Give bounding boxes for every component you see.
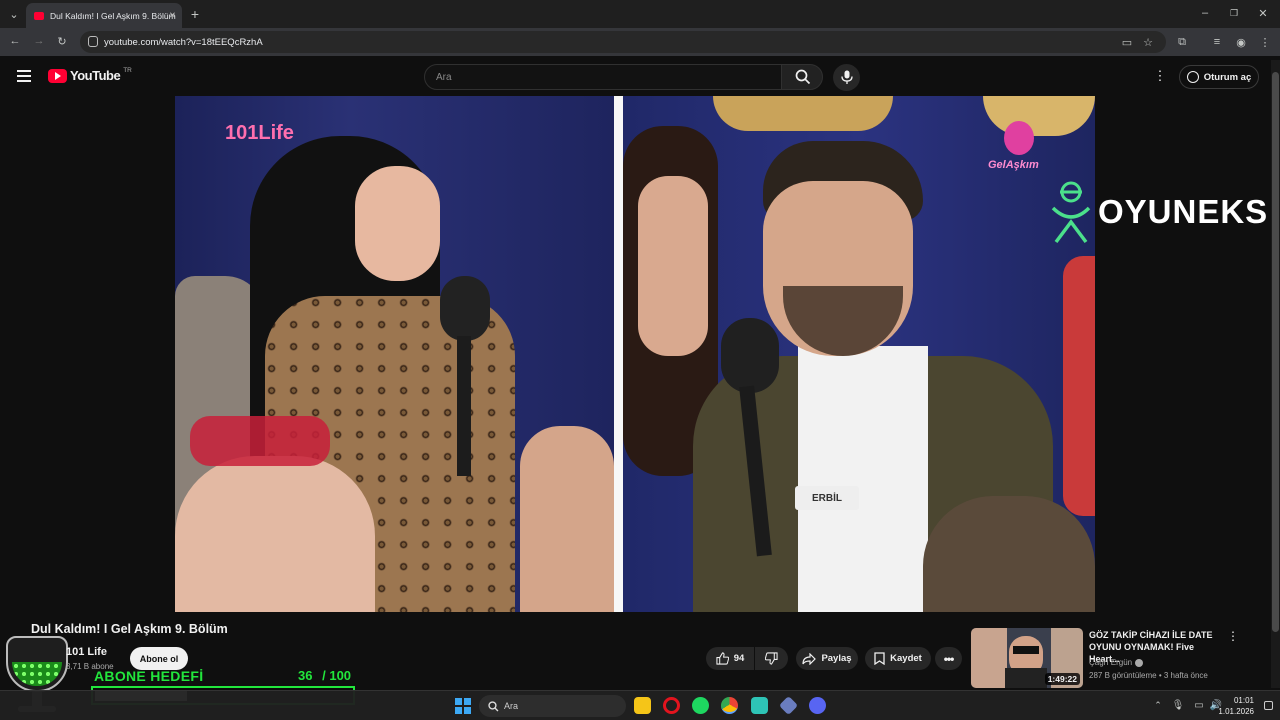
youtube-play-icon	[48, 68, 67, 83]
taskbar-clock[interactable]: 01:01 1.01.2026	[1218, 695, 1254, 717]
video-title: Dul Kaldım! I Gel Aşkım 9. Bölüm	[31, 622, 228, 636]
dislike-button[interactable]	[755, 647, 788, 670]
profile-icon[interactable]: ◉	[1233, 34, 1249, 50]
sponsor-overlay: OYUNEKS	[1048, 178, 1268, 246]
settings-menu-icon[interactable]: ⋮	[1152, 68, 1168, 84]
save-button[interactable]: Kaydet	[865, 647, 931, 670]
sign-in-button[interactable]: Oturum aç	[1179, 65, 1259, 89]
taskbar-search[interactable]: Ara	[479, 695, 626, 717]
cast-icon[interactable]: ▭	[1119, 34, 1135, 50]
sign-in-label: Oturum aç	[1203, 71, 1252, 83]
account-circle-icon	[1186, 71, 1199, 83]
recommended-channel-name: Çağrı Ergün	[1089, 658, 1133, 667]
region-code: TR	[123, 67, 132, 74]
chrome-icon[interactable]	[721, 697, 738, 714]
video-divider	[614, 96, 623, 612]
goal-current: 36	[298, 668, 313, 683]
thumbs-up-icon	[716, 652, 729, 665]
like-button[interactable]: 94	[706, 647, 754, 670]
minimize-button[interactable]: –	[1196, 4, 1214, 22]
recommended-meta: 287 B görüntüleme • 3 hafta önce	[1089, 671, 1208, 680]
taskbar-search-label: Ara	[504, 701, 519, 711]
more-horizontal-icon: •••	[943, 651, 955, 666]
microphone	[440, 276, 490, 341]
browser-tab[interactable]: Dul Kaldım! I Gel Aşkım 9. Bölüm ✕	[26, 3, 182, 28]
new-tab-button[interactable]: +	[186, 5, 204, 23]
channel-name[interactable]: 101 Life	[66, 646, 107, 658]
microphone	[721, 318, 779, 393]
sponsor-text: OYUNEKS	[1098, 193, 1269, 230]
recommended-channel[interactable]: Çağrı Ergün	[1089, 658, 1144, 667]
bookmark-star-icon[interactable]: ☆	[1140, 34, 1156, 50]
tray-overflow-icon[interactable]: ⌃	[1152, 699, 1164, 711]
reading-list-icon[interactable]: ≡	[1209, 34, 1225, 50]
forward-button[interactable]: →	[31, 33, 47, 49]
network-icon[interactable]: ▭	[1193, 699, 1205, 711]
video-right-panel: ERBİL GelAşkım	[623, 96, 1095, 612]
save-label: Kaydet	[890, 653, 922, 664]
discord-icon[interactable]	[809, 697, 826, 714]
recommended-thumbnail[interactable]: 1:49:22	[971, 628, 1083, 688]
recommended-menu-icon[interactable]: ⋮	[1226, 629, 1240, 643]
logo-wordmark: YouTube	[70, 68, 121, 83]
tab-list-button[interactable]: ⌄	[6, 6, 22, 22]
site-info-icon[interactable]	[88, 36, 98, 47]
search-icon	[795, 69, 811, 85]
search-placeholder: Ara	[436, 71, 452, 83]
bookmark-icon	[874, 652, 885, 665]
clock-time: 01:01	[1233, 696, 1254, 705]
windows-start-icon[interactable]	[455, 698, 471, 714]
browser-menu-icon[interactable]: ⋮	[1257, 34, 1273, 50]
goal-separator: /	[322, 668, 326, 683]
video-player[interactable]: 101Life ERBİL GelAşkım	[175, 96, 1095, 612]
youtube-header: YouTube TR Ara ⋮ Oturum aç	[0, 56, 1280, 96]
opera-icon[interactable]	[663, 697, 680, 714]
more-actions-button[interactable]: •••	[935, 647, 962, 670]
goal-count: 36 / 100	[298, 668, 351, 683]
microphone-tray-icon[interactable]: 🎙	[1172, 699, 1185, 711]
tab-close-icon[interactable]: ✕	[169, 10, 176, 21]
store-app-icon[interactable]	[751, 697, 768, 714]
goal-label: ABONE HEDEFİ	[94, 668, 204, 684]
channel-watermark: 101Life	[225, 122, 294, 144]
clock-date: 1.01.2026	[1218, 707, 1254, 716]
subscribe-button[interactable]: Abone ol	[130, 647, 188, 670]
video-duration: 1:49:22	[1044, 673, 1080, 685]
youtube-favicon-icon	[34, 11, 44, 20]
url-field[interactable]: youtube.com/watch?v=18tEEQcRzhA	[80, 31, 1166, 53]
tab-title: Dul Kaldım! I Gel Aşkım 9. Bölüm	[50, 10, 176, 21]
video-left-panel: 101Life	[175, 96, 614, 612]
reload-button[interactable]: ↻	[54, 33, 70, 49]
share-button[interactable]: Paylaş	[796, 647, 858, 670]
youtube-logo[interactable]: YouTube TR	[48, 67, 132, 83]
thumbs-down-icon	[765, 652, 778, 665]
notification-icon[interactable]	[1264, 701, 1273, 710]
windows-taskbar: Ara ⌃ 🎙 ▭ 🔊 01:01 1.01.2026	[0, 690, 1280, 720]
url-text: youtube.com/watch?v=18tEEQcRzhA	[104, 36, 263, 48]
hamburger-menu-icon[interactable]	[17, 70, 31, 82]
extensions-icon[interactable]: ⧉	[1174, 34, 1190, 50]
sponsor-mascot-icon	[1051, 181, 1091, 244]
show-logo: GelAşkım	[988, 121, 1050, 187]
search-icon	[488, 701, 499, 712]
share-label: Paylaş	[821, 653, 852, 664]
spotify-icon[interactable]	[692, 697, 709, 714]
search-input[interactable]: Ara	[424, 64, 782, 90]
browser-tab-bar: ⌄ Dul Kaldım! I Gel Aşkım 9. Bölüm ✕ + –…	[0, 0, 1280, 28]
app-icon[interactable]	[778, 695, 799, 716]
search-button[interactable]	[781, 64, 823, 90]
voice-search-button[interactable]	[833, 64, 860, 91]
microphone-icon	[841, 70, 853, 84]
page-scrollbar[interactable]	[1271, 60, 1280, 688]
close-window-button[interactable]: ✕	[1254, 4, 1272, 22]
goal-target: 100	[329, 668, 352, 683]
back-button[interactable]: ←	[7, 33, 23, 49]
share-arrow-icon	[802, 652, 817, 665]
restore-button[interactable]: ❐	[1225, 4, 1243, 22]
verified-badge-icon	[1135, 658, 1144, 667]
like-count: 94	[733, 653, 745, 664]
name-tag: ERBİL	[795, 486, 859, 510]
file-explorer-icon[interactable]	[634, 697, 651, 714]
